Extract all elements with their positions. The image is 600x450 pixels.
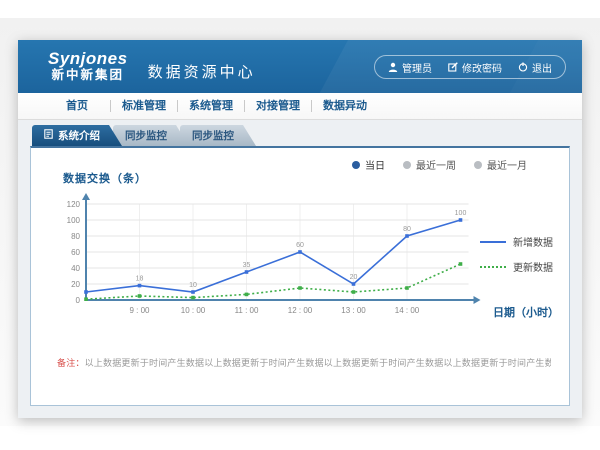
svg-text:120: 120 <box>67 200 81 209</box>
legend-item-update-data[interactable]: 更新数据 <box>480 259 553 274</box>
logout-label: 退出 <box>532 60 552 75</box>
nav-item-data-change[interactable]: 数据异动 <box>312 99 378 113</box>
y-axis-title: 数据交换（条） <box>63 170 147 186</box>
svg-text:18: 18 <box>136 276 144 283</box>
svg-text:14 : 00: 14 : 00 <box>395 306 420 315</box>
radio-today[interactable]: 当日 <box>352 157 385 172</box>
svg-text:35: 35 <box>243 262 251 269</box>
logout-button[interactable]: 退出 <box>518 60 552 75</box>
svg-text:60: 60 <box>296 242 304 249</box>
footnote-prefix: 备注： <box>57 358 85 368</box>
power-icon <box>518 62 528 72</box>
current-user-button[interactable]: 管理员 <box>388 60 432 75</box>
change-password-button[interactable]: 修改密码 <box>448 60 502 75</box>
radio-dot-icon <box>474 161 482 169</box>
x-axis-title: 日期（小时） <box>493 304 559 320</box>
svg-text:9 : 00: 9 : 00 <box>129 306 150 315</box>
nav-item-interface-mgmt[interactable]: 对接管理 <box>245 99 311 113</box>
tab-label: 同步监控 <box>192 128 234 143</box>
svg-text:80: 80 <box>403 226 411 233</box>
document-icon <box>44 129 53 142</box>
current-user-label: 管理员 <box>402 60 432 75</box>
svg-text:20: 20 <box>71 280 80 289</box>
chart-panel: 当日 最近一周 最近一月 数据交换（条） 0 20 40 60 80 100 120 9 : … <box>30 146 570 406</box>
radio-dot-icon <box>403 161 411 169</box>
radio-label: 当日 <box>365 157 385 172</box>
logo-text-en: Synjones <box>48 50 128 69</box>
footnote-text: 以上数据更新于时间产生数据以上数据更新于时间产生数据以上数据更新于时间产生数据以… <box>85 358 551 368</box>
nav-item-standard-mgmt[interactable]: 标准管理 <box>111 99 177 113</box>
svg-text:12 : 00: 12 : 00 <box>288 306 313 315</box>
change-password-label: 修改密码 <box>462 60 502 75</box>
radio-label: 最近一月 <box>487 157 527 172</box>
tab-bar: 系统介绍 同步监控 同步监控 <box>32 125 570 146</box>
content-area: 系统介绍 同步监控 同步监控 当日 最近一周 <box>18 120 582 418</box>
radio-dot-icon <box>352 161 360 169</box>
svg-text:80: 80 <box>71 232 80 241</box>
logo-text-cn: 新中新集团 <box>48 69 128 83</box>
chart-legend: 新增数据 更新数据 <box>480 234 553 274</box>
svg-text:100: 100 <box>67 216 81 225</box>
nav-item-system-mgmt[interactable]: 系统管理 <box>178 99 244 113</box>
svg-text:60: 60 <box>71 248 80 257</box>
svg-text:40: 40 <box>71 264 80 273</box>
user-icon <box>388 62 398 72</box>
svg-text:10 : 00: 10 : 00 <box>181 306 206 315</box>
svg-text:10: 10 <box>189 282 197 289</box>
tab-label: 系统介绍 <box>58 128 100 143</box>
legend-line-series1 <box>480 266 506 268</box>
svg-text:0: 0 <box>76 296 81 305</box>
app-header: Synjones 新中新集团 数据资源中心 管理员 修改密码 退出 <box>18 40 582 93</box>
radio-label: 最近一周 <box>416 157 456 172</box>
time-range-filter: 当日 最近一周 最近一月 <box>352 157 527 172</box>
main-nav: 首页 标准管理 系统管理 对接管理 数据异动 <box>18 93 582 120</box>
legend-label: 新增数据 <box>513 234 553 249</box>
legend-label: 更新数据 <box>513 259 553 274</box>
svg-text:100: 100 <box>455 210 467 217</box>
app-window: Synjones 新中新集团 数据资源中心 管理员 修改密码 退出 <box>18 40 582 418</box>
radio-last-week[interactable]: 最近一周 <box>403 157 456 172</box>
nav-item-home[interactable]: 首页 <box>44 99 110 113</box>
user-actions-bar: 管理员 修改密码 退出 <box>374 55 566 79</box>
svg-text:13 : 00: 13 : 00 <box>341 306 366 315</box>
tab-sync-monitor-1[interactable]: 同步监控 <box>113 125 189 146</box>
edit-icon <box>448 62 458 72</box>
legend-line-series0 <box>480 241 506 243</box>
tab-label: 同步监控 <box>125 128 167 143</box>
line-chart: 0 20 40 60 80 100 120 9 : 00 10 : 00 11 : 00 12 : … <box>49 190 497 320</box>
footnote: 备注：以上数据更新于时间产生数据以上数据更新于时间产生数据以上数据更新于时间产生… <box>57 356 551 369</box>
legend-item-new-data[interactable]: 新增数据 <box>480 234 553 249</box>
radio-last-month[interactable]: 最近一月 <box>474 157 527 172</box>
company-logo: Synjones 新中新集团 <box>48 50 128 82</box>
svg-text:11 : 00: 11 : 00 <box>235 306 259 315</box>
page-title: 数据资源中心 <box>148 61 256 82</box>
svg-text:20: 20 <box>350 274 358 281</box>
tab-sync-monitor-2[interactable]: 同步监控 <box>180 125 256 146</box>
tab-system-intro[interactable]: 系统介绍 <box>32 125 122 146</box>
